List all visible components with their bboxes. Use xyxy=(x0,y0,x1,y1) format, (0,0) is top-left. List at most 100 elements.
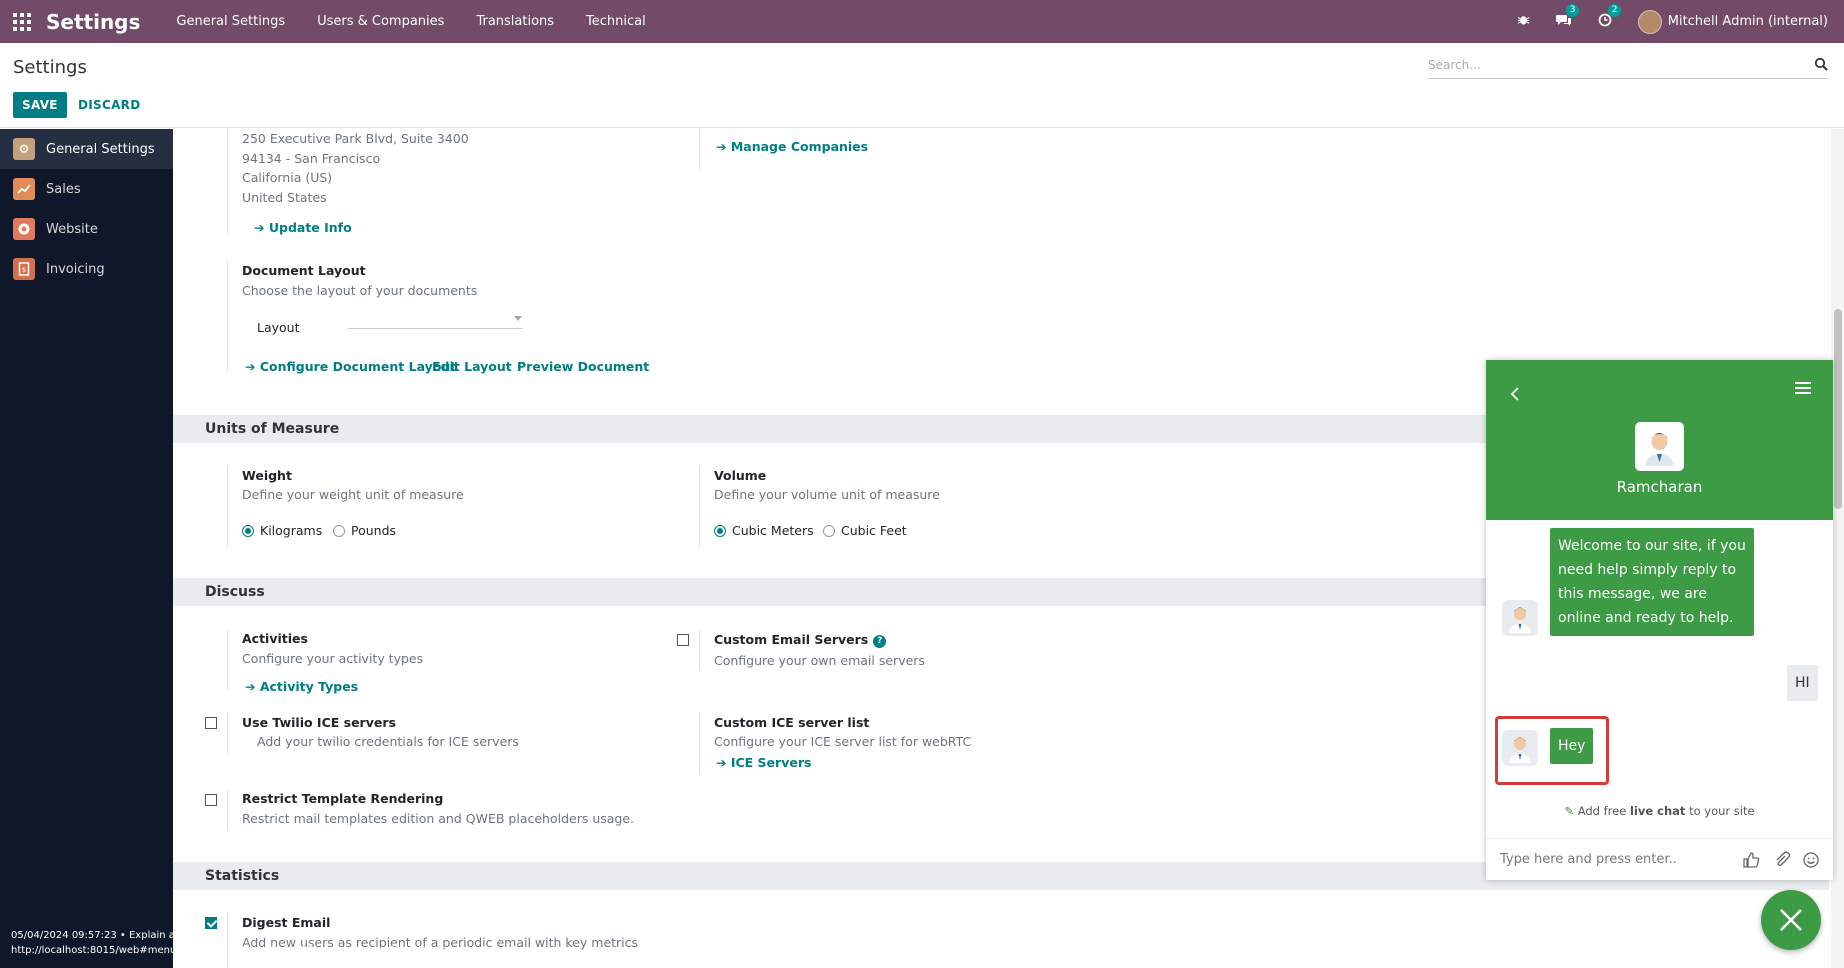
custom-email-servers-desc: Configure your own email servers xyxy=(714,653,925,668)
manage-companies-link[interactable]: ➔ Manage Companies xyxy=(716,139,868,154)
agent-avatar xyxy=(1502,730,1538,766)
cubic-feet-label[interactable]: Cubic Feet xyxy=(841,523,907,538)
discard-button[interactable]: DISCARD xyxy=(78,98,140,112)
ice-server-list-title: Custom ICE server list xyxy=(714,715,870,730)
gear-icon: ⚙ xyxy=(13,138,35,160)
messages-count-badge: 3 xyxy=(1565,3,1580,17)
twilio-title: Use Twilio ICE servers xyxy=(242,715,396,730)
sidebar-item-label: Invoicing xyxy=(46,261,105,277)
edit-layout-link[interactable]: Edit Layout xyxy=(432,359,512,374)
bug-icon[interactable] xyxy=(1517,13,1530,30)
arrow-right-icon: ➔ xyxy=(254,220,265,235)
agent-avatar xyxy=(1502,600,1538,636)
weight-title: Weight xyxy=(242,468,292,483)
volume-title: Volume xyxy=(714,468,767,483)
custom-email-servers-checkbox[interactable] xyxy=(677,634,689,646)
divider xyxy=(227,467,228,547)
ice-server-list-desc: Configure your ICE server list for webRT… xyxy=(714,734,972,749)
cubic-feet-radio[interactable] xyxy=(823,525,835,537)
sidebar-item-invoicing[interactable]: $ Invoicing xyxy=(0,249,173,289)
messages-icon[interactable]: 3 xyxy=(1555,3,1580,31)
activity-types-link[interactable]: ➔ Activity Types xyxy=(245,679,358,694)
preview-document-link[interactable]: Preview Document xyxy=(517,359,649,374)
document-layout-title: Document Layout xyxy=(242,263,366,278)
company-address-line: United States xyxy=(242,190,327,205)
configure-document-layout-label: Configure Document Layout xyxy=(259,359,457,374)
weight-desc: Define your weight unit of measure xyxy=(242,487,464,502)
chat-message-input[interactable] xyxy=(1500,849,1730,869)
agent-avatar xyxy=(1635,422,1684,471)
close-icon xyxy=(1780,909,1802,931)
user-menu[interactable]: Mitchell Admin (internal) xyxy=(1668,14,1828,29)
divider xyxy=(227,630,228,690)
smiley-icon[interactable] xyxy=(1802,851,1820,869)
pounds-radio[interactable] xyxy=(333,525,345,537)
menu-technical[interactable]: Technical xyxy=(586,14,646,29)
hamburger-menu-icon[interactable] xyxy=(1795,382,1811,397)
help-icon[interactable]: ? xyxy=(873,635,887,648)
company-address-line: 94134 - San Francisco xyxy=(242,151,381,166)
menu-users-companies[interactable]: Users & Companies xyxy=(317,14,444,29)
arrow-right-icon: ➔ xyxy=(245,679,256,694)
control-panel: Settings SAVE DISCARD xyxy=(0,43,1844,128)
status-timestamp: 05/04/2024 09:57:23 • Explain and Send S… xyxy=(11,930,281,941)
cubic-meters-radio[interactable] xyxy=(714,525,726,537)
sidebar-item-general-settings[interactable]: ⚙ General Settings xyxy=(0,129,173,169)
save-button[interactable]: SAVE xyxy=(13,92,67,118)
arrow-right-icon: ➔ xyxy=(245,359,256,374)
divider xyxy=(699,467,700,547)
restrict-template-checkbox[interactable] xyxy=(205,794,217,806)
kilograms-radio[interactable] xyxy=(242,525,254,537)
chat-message-agent: Welcome to our site, if you need help si… xyxy=(1550,528,1754,636)
paperclip-icon[interactable] xyxy=(1773,851,1791,869)
section-title: Discuss xyxy=(205,584,265,600)
activities-desc: Configure your activity types xyxy=(242,651,424,666)
back-chevron-icon[interactable] xyxy=(1510,382,1520,406)
divider xyxy=(699,129,700,169)
activities-clock-icon[interactable]: 2 xyxy=(1598,3,1622,31)
leaf-icon: ✎ xyxy=(1564,804,1575,818)
menu-general-settings[interactable]: General Settings xyxy=(176,14,285,29)
search-bar xyxy=(1428,53,1828,79)
user-avatar[interactable] xyxy=(1637,9,1662,34)
twilio-desc: Add your twilio credentials for ICE serv… xyxy=(257,734,519,749)
ice-servers-link[interactable]: ➔ ICE Servers xyxy=(716,755,811,770)
sidebar-item-label: Sales xyxy=(46,181,81,197)
restrict-template-desc: Restrict mail templates edition and QWEB… xyxy=(242,811,635,826)
apps-grid-icon[interactable] xyxy=(13,12,31,31)
top-navbar: Settings General Settings Users & Compan… xyxy=(0,0,1844,43)
update-info-link[interactable]: ➔ Update Info xyxy=(254,220,352,235)
menu-translations[interactable]: Translations xyxy=(476,14,554,29)
kilograms-label[interactable]: Kilograms xyxy=(260,523,322,538)
sidebar-item-sales[interactable]: Sales xyxy=(0,169,173,209)
configure-document-layout-link[interactable]: ➔ Configure Document Layout xyxy=(245,359,456,374)
svg-text:$: $ xyxy=(22,266,26,274)
chat-message-agent: Hey xyxy=(1550,728,1594,764)
thumbs-up-icon[interactable] xyxy=(1742,851,1760,869)
search-icon[interactable] xyxy=(1814,57,1828,71)
search-input[interactable] xyxy=(1428,53,1798,77)
section-title: Statistics xyxy=(205,868,280,884)
custom-email-servers-title: Custom Email Servers? xyxy=(714,632,887,648)
layout-select[interactable] xyxy=(348,307,522,329)
use-twilio-checkbox[interactable] xyxy=(205,717,217,729)
manage-companies-label: Manage Companies xyxy=(730,139,869,154)
activities-title: Activities xyxy=(242,631,308,646)
status-url: http://localhost:8015/web#menu_id=4&cids… xyxy=(11,945,537,956)
sidebar-item-website[interactable]: Website xyxy=(0,209,173,249)
scrollbar-thumb[interactable] xyxy=(1834,309,1842,509)
livechat-window: Ramcharan Welcome to our site, if you ne… xyxy=(1486,360,1833,880)
settings-sidebar: ⚙ General Settings Sales Website $ Invoi… xyxy=(0,129,173,968)
cubic-meters-label[interactable]: Cubic Meters xyxy=(732,523,814,538)
globe-icon xyxy=(13,218,35,240)
divider xyxy=(227,713,228,753)
livechat-close-button[interactable] xyxy=(1761,890,1821,950)
app-brand[interactable]: Settings xyxy=(46,10,140,34)
sidebar-item-label: Website xyxy=(46,221,98,237)
powered-prefix: Add free xyxy=(1577,804,1630,818)
pounds-label[interactable]: Pounds xyxy=(351,523,396,538)
divider xyxy=(227,790,228,830)
divider xyxy=(699,630,700,670)
live-chat-link[interactable]: live chat xyxy=(1630,804,1685,818)
divider xyxy=(227,261,228,371)
